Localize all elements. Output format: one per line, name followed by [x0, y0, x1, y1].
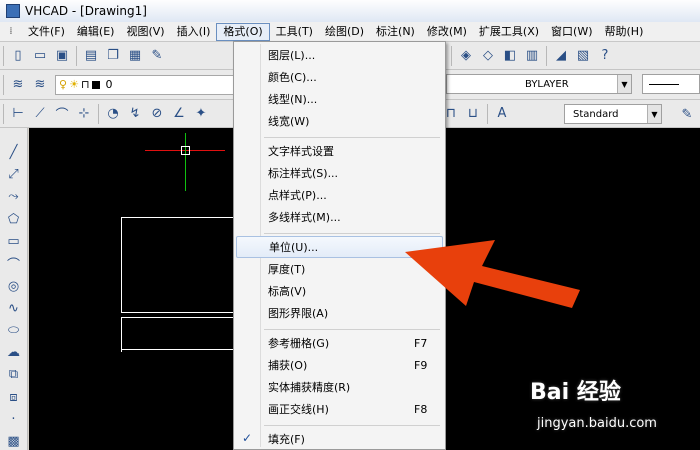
annotation-arrow-shape: [405, 240, 580, 308]
watermark-url: jingyan.baidu.com: [537, 416, 657, 431]
watermark-brand: Bai 经验: [530, 380, 621, 405]
